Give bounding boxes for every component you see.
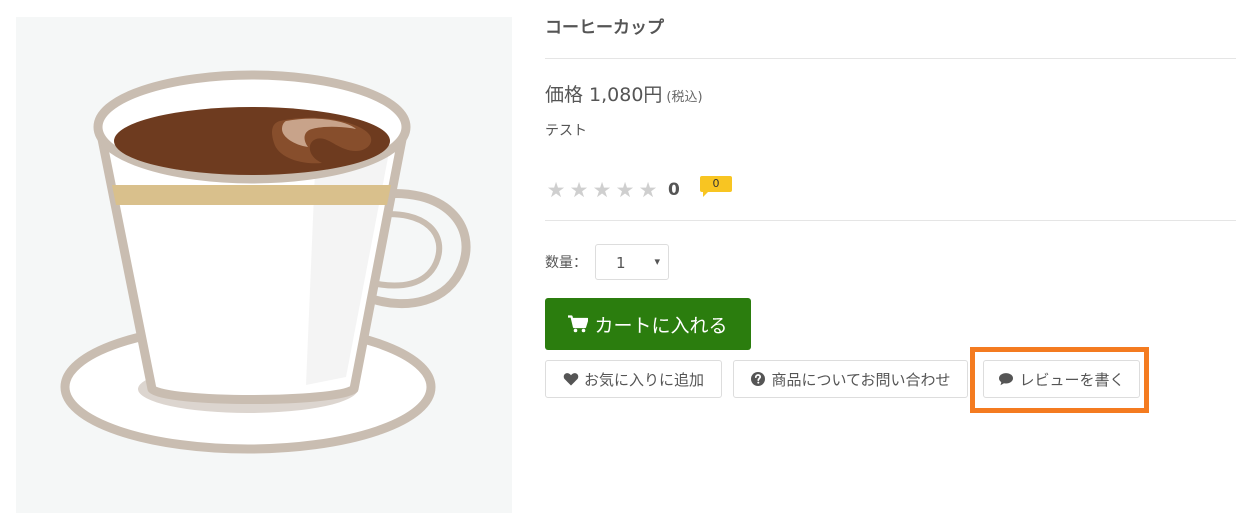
heart-icon [563, 373, 579, 386]
review-count-badge[interactable]: 0 [700, 176, 732, 197]
coffee-cup-illustration [60, 70, 471, 454]
divider [545, 58, 1236, 59]
add-to-favorites-button[interactable]: お気に入りに追加 [545, 360, 722, 398]
product-inquiry-button[interactable]: 商品についてお問い合わせ [733, 360, 968, 398]
star-icon: ★ [592, 178, 612, 202]
question-circle-icon [751, 372, 766, 386]
price-row: 価格 1,080円 (税込) [545, 80, 703, 107]
divider [545, 220, 1236, 221]
chevron-down-icon: ▾ [654, 255, 660, 268]
rating-row: ★ ★ ★ ★ ★ 0 0 [545, 176, 732, 202]
star-icon: ★ [569, 178, 589, 202]
quantity-row: 数量： 1 ▾ [545, 243, 669, 281]
product-title: コーヒーカップ [545, 18, 664, 38]
product-inquiry-label: 商品についてお問い合わせ [771, 370, 951, 389]
add-to-cart-label: カートに入れる [594, 314, 728, 337]
add-to-favorites-label: お気に入りに追加 [583, 370, 704, 389]
product-description: テスト [545, 123, 587, 139]
price-label: 価格 [545, 84, 584, 106]
price-value: 1,080円 [589, 84, 663, 106]
highlight-annotation [970, 347, 1149, 413]
quantity-label: 数量： [545, 255, 587, 271]
cart-icon [568, 315, 589, 333]
quantity-value: 1 [616, 254, 626, 272]
star-icon: ★ [638, 178, 658, 202]
rating-value: 0 [668, 180, 680, 200]
quantity-select[interactable]: 1 ▾ [595, 244, 669, 280]
star-icon: ★ [615, 178, 635, 202]
add-to-cart-button[interactable]: カートに入れる [545, 298, 751, 350]
star-rating: ★ ★ ★ ★ ★ [545, 179, 659, 201]
tax-note: (税込) [666, 90, 703, 105]
star-icon: ★ [546, 178, 566, 202]
product-image [16, 17, 512, 513]
